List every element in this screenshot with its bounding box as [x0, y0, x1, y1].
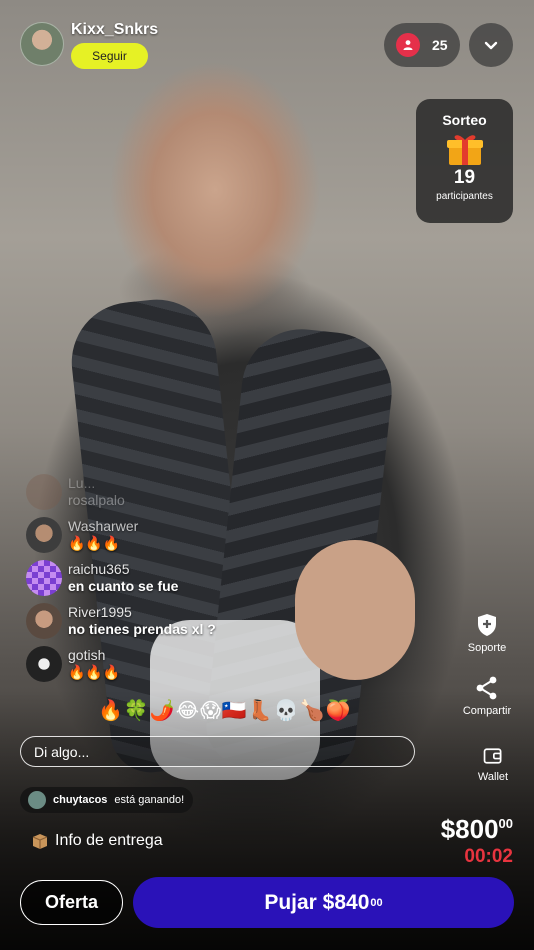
offer-button[interactable]: Oferta — [20, 880, 123, 925]
avatar — [26, 517, 62, 553]
live-stream-screen: Kixx_Snkrs Seguir 25 Sorteo 19 participa… — [0, 0, 534, 950]
chat-username: raichu365 — [68, 561, 130, 577]
current-price: $80000 — [440, 814, 513, 844]
raffle-participants-label: participantes — [436, 191, 493, 202]
wallet-label: Wallet — [477, 771, 509, 783]
chat-text: no tienes prendas xl ? — [68, 621, 216, 637]
chat-text: 🔥🔥🔥 — [68, 535, 121, 551]
streamer-avatar[interactable] — [20, 22, 64, 66]
avatar — [26, 560, 62, 596]
chat-text: 🔥🔥🔥 — [68, 664, 121, 680]
reaction-bar[interactable]: 🔥🍀🌶️😂😱🇨🇱👢💀🍗🍑 — [98, 698, 351, 723]
collapse-button[interactable] — [469, 23, 513, 67]
price-cents: 00 — [498, 816, 513, 831]
raffle-card[interactable]: Sorteo 19 participantes — [416, 99, 513, 223]
support-label: Soporte — [467, 642, 507, 654]
avatar — [26, 474, 62, 510]
follow-button[interactable]: Seguir — [71, 43, 148, 69]
avatar — [26, 646, 62, 682]
share-label: Compartir — [462, 705, 512, 717]
avatar — [26, 603, 62, 639]
viewer-count-badge[interactable]: 25 — [384, 23, 460, 67]
chat-text: rosalpalo — [68, 492, 125, 508]
wallet-button[interactable]: Wallet — [457, 745, 529, 783]
chat-username: gotish — [68, 647, 106, 663]
gift-icon — [446, 135, 483, 165]
person-icon — [396, 33, 420, 57]
chevron-down-icon — [484, 41, 498, 50]
chat-username: River1995 — [68, 604, 132, 620]
chat-message: Washarwer 🔥🔥🔥 — [25, 515, 325, 558]
share-icon — [476, 676, 497, 700]
avatar — [28, 791, 46, 809]
viewer-count: 25 — [432, 37, 448, 53]
delivery-label: Info de entrega — [55, 832, 163, 849]
chat-feed[interactable]: Lu... rosalpalo Washarwer 🔥🔥🔥 raichu365 … — [25, 472, 325, 687]
package-icon — [32, 834, 48, 849]
bid-cents: 00 — [370, 896, 383, 909]
bid-amount: Pujar $840 — [264, 890, 370, 914]
chat-message: gotish 🔥🔥🔥 — [25, 644, 325, 687]
streamer-username[interactable]: Kixx_Snkrs — [71, 21, 158, 39]
wallet-icon — [483, 748, 502, 764]
raffle-participant-count: 19 — [453, 167, 476, 188]
winning-status-text: está ganando! — [114, 794, 185, 806]
raffle-title: Sorteo — [442, 112, 487, 128]
share-button[interactable]: Compartir — [451, 675, 523, 717]
chat-message: raichu365 en cuanto se fue — [25, 558, 325, 601]
winning-bidder-badge: chuytacos está ganando! — [20, 787, 194, 813]
bid-button[interactable]: Pujar $840 00 — [133, 877, 514, 928]
support-button[interactable]: Soporte — [451, 612, 523, 654]
chat-message: River1995 no tienes prendas xl ? — [25, 601, 325, 644]
shield-plus-icon — [478, 614, 496, 636]
chat-username: Washarwer — [68, 518, 139, 534]
chat-username: Lu... — [68, 475, 96, 491]
chat-message: Lu... rosalpalo — [25, 472, 325, 515]
chat-text: en cuanto se fue — [68, 578, 179, 594]
chat-input[interactable] — [20, 736, 415, 767]
delivery-info-link[interactable]: Info de entrega — [31, 832, 163, 850]
auction-timer: 00:02 — [464, 846, 513, 867]
winning-bidder-name: chuytacos — [53, 794, 108, 806]
